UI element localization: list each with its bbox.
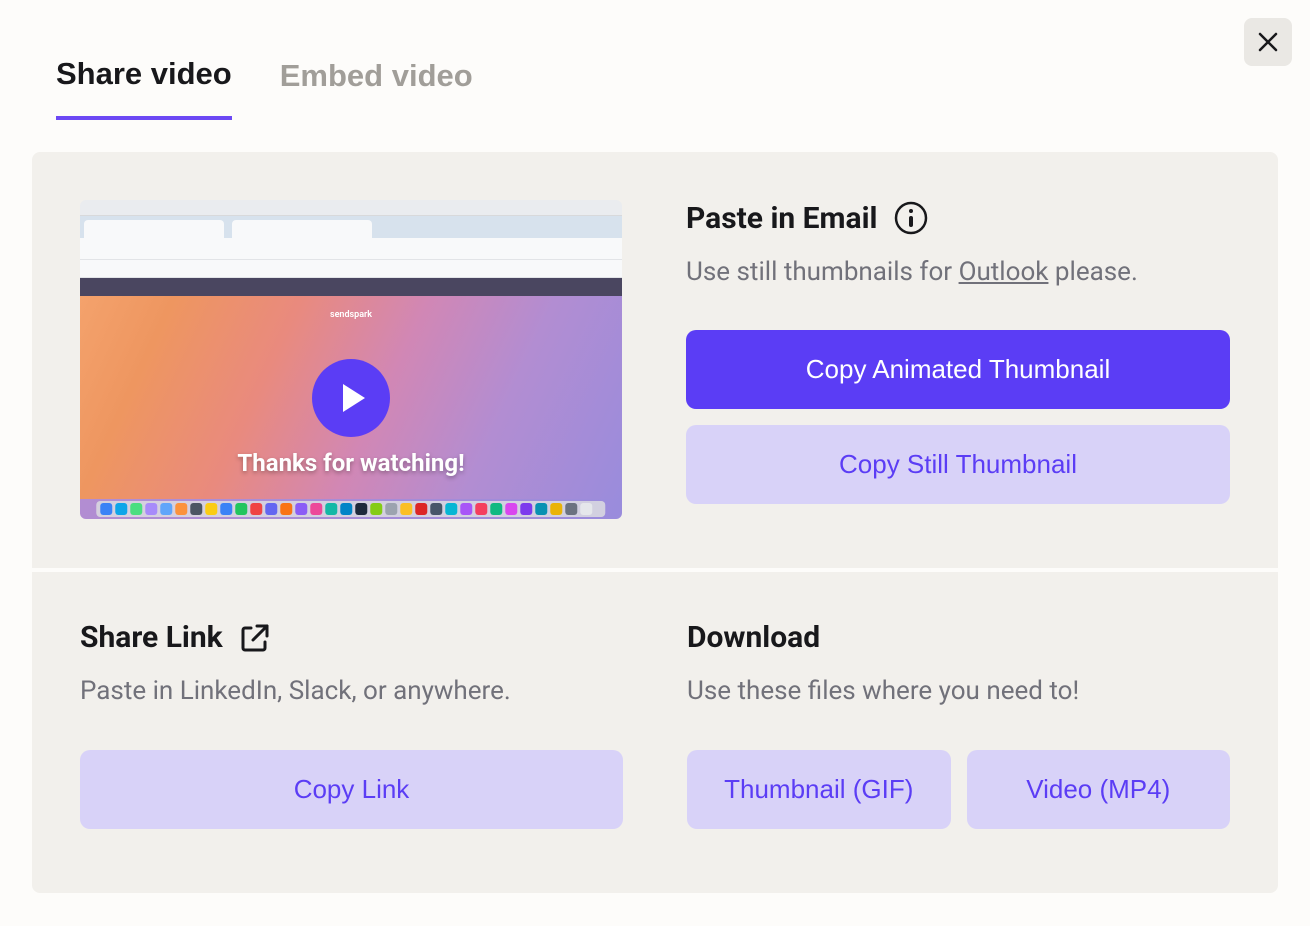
close-icon <box>1258 32 1278 52</box>
email-heading: Paste in Email <box>686 200 1230 236</box>
download-subtitle: Use these files where you need to! <box>687 673 1230 709</box>
play-icon <box>343 384 365 412</box>
thumbnail-bookmarks <box>80 260 622 278</box>
email-subtitle-suffix: please. <box>1048 257 1137 287</box>
thumbnail-addressbar <box>80 238 622 260</box>
thumbnail-banner <box>80 278 622 296</box>
share-link-section: Share Link Paste in LinkedIn, Slack, or … <box>80 620 623 844</box>
thumbnail-dock <box>96 501 605 517</box>
copy-still-thumbnail-button[interactable]: Copy Still Thumbnail <box>686 425 1230 504</box>
bottom-section: Share Link Paste in LinkedIn, Slack, or … <box>32 572 1278 892</box>
tabs-container: Share video Embed video <box>0 0 1310 120</box>
outlook-link[interactable]: Outlook <box>959 257 1049 287</box>
download-section: Download Use these files where you need … <box>687 620 1230 844</box>
download-button-row: Thumbnail (GIF) Video (MP4) <box>687 750 1230 829</box>
share-link-title: Share Link <box>80 620 223 655</box>
email-section: sendspark Thanks for watching! <box>32 152 1278 568</box>
info-icon[interactable] <box>893 200 929 236</box>
download-mp4-button[interactable]: Video (MP4) <box>967 750 1231 829</box>
download-heading: Download <box>687 620 1230 655</box>
share-link-heading: Share Link <box>80 620 623 655</box>
copy-animated-thumbnail-button[interactable]: Copy Animated Thumbnail <box>686 330 1230 409</box>
thumbnail-menubar <box>80 200 622 216</box>
play-button <box>312 359 390 437</box>
email-title: Paste in Email <box>686 201 877 236</box>
thumbnail-overlay-text: Thanks for watching! <box>80 449 622 477</box>
thumbnail-logo: sendspark <box>330 310 372 320</box>
share-link-subtitle: Paste in LinkedIn, Slack, or anywhere. <box>80 673 623 709</box>
download-title: Download <box>687 620 820 655</box>
download-gif-button[interactable]: Thumbnail (GIF) <box>687 750 951 829</box>
thumbnail-content: sendspark Thanks for watching! <box>80 296 622 499</box>
tab-share-video[interactable]: Share video <box>56 56 232 120</box>
thumbnail-dock-area <box>80 499 622 519</box>
copy-link-button[interactable]: Copy Link <box>80 750 623 829</box>
video-thumbnail[interactable]: sendspark Thanks for watching! <box>80 200 622 519</box>
close-button[interactable] <box>1244 18 1292 66</box>
email-subtitle: Use still thumbnails for Outlook please. <box>686 254 1230 290</box>
email-content: Paste in Email Use still thumbnails for … <box>686 200 1230 520</box>
thumbnail-browser-tabs <box>80 216 622 238</box>
email-subtitle-prefix: Use still thumbnails for <box>686 257 959 287</box>
external-link-icon[interactable] <box>239 622 271 654</box>
share-panel: sendspark Thanks for watching! <box>32 152 1278 893</box>
tab-embed-video[interactable]: Embed video <box>280 56 473 120</box>
